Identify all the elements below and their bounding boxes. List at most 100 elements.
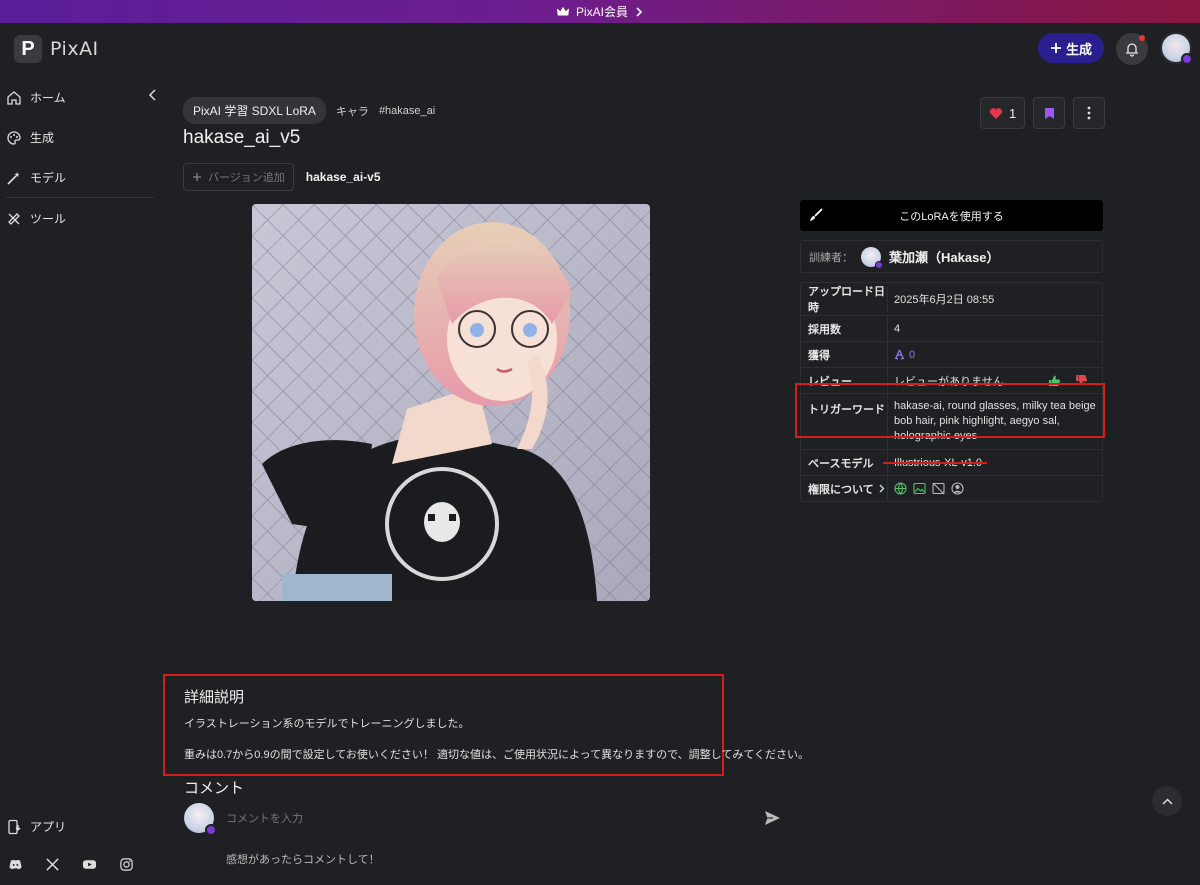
more-vertical-icon [1087, 106, 1091, 120]
globe-icon[interactable] [894, 482, 907, 495]
social-links [8, 857, 134, 872]
trainer-avatar[interactable] [861, 246, 883, 269]
trigger-words-highlight [795, 383, 1105, 438]
description-text: 重みは0.7から0.9の間で設定してお使いください！ 適切な値は、ご使用状況によ… [184, 749, 809, 761]
palette-icon [7, 130, 21, 145]
sidebar-item-generate[interactable]: 生成 [6, 129, 54, 146]
tools-icon [8, 212, 20, 225]
sidebar-item-label: ツール [30, 212, 67, 226]
sidebar-item-app[interactable]: アプリ [6, 818, 66, 835]
app-download-icon [8, 819, 21, 834]
permissions-key[interactable]: 権限について [801, 481, 887, 497]
earnings-amount: 0 [909, 348, 916, 361]
info-row-permissions[interactable]: 権限について [801, 475, 1102, 501]
sidebar-item-label: アプリ [30, 820, 67, 834]
info-key: ベースモデル [808, 457, 874, 470]
home-icon [7, 90, 21, 105]
chevron-right-icon [636, 6, 643, 17]
description-title: 詳細説明 [184, 689, 245, 706]
logo-text: PixAI [50, 38, 99, 60]
sidebar-item-label: 生成 [30, 131, 55, 145]
trainer-row: 訓練者： 葉加瀬（Hakase） [800, 240, 1103, 273]
info-key: 採用数 [808, 323, 841, 336]
tag-hashtag[interactable]: #hakase_ai [379, 105, 435, 117]
brush-icon [810, 208, 823, 221]
user-circle-icon[interactable] [951, 482, 964, 495]
plus-icon [1050, 43, 1061, 53]
member-badge [1181, 53, 1193, 65]
scroll-to-top-button[interactable] [1152, 786, 1182, 816]
app-logo[interactable]: P PixAI [14, 35, 99, 63]
model-tags: PixAI 学習 SDXL LoRA キャラ #hakase_ai [183, 97, 435, 124]
chevron-up-icon [1161, 797, 1173, 805]
generate-label: 生成 [1065, 41, 1092, 57]
sidebar: ホーム 生成 モデル ツール アプリ [0, 73, 164, 885]
no-image-icon[interactable] [932, 482, 945, 495]
notifications-button[interactable] [1116, 33, 1148, 65]
like-count: 1 [1009, 105, 1017, 121]
youtube-icon[interactable] [82, 857, 97, 872]
info-row-upload: アップロード日時 2025年6月2日 08:55 [801, 283, 1102, 315]
plus-icon [193, 173, 201, 181]
sidebar-item-models[interactable]: モデル [6, 169, 66, 186]
use-lora-label: このLoRAを使用する [899, 210, 1004, 223]
trainer-label: 訓練者： [809, 251, 853, 264]
earnings-value: 0 [887, 342, 1102, 367]
user-avatar[interactable] [1160, 32, 1193, 65]
promo-label: PixAI会員 [575, 5, 628, 19]
logo-mark: P [14, 35, 42, 63]
bookmark-button[interactable] [1033, 97, 1066, 129]
info-key: 獲得 [808, 349, 830, 362]
image-icon[interactable] [913, 482, 926, 495]
sidebar-divider [6, 197, 154, 198]
top-bar: P PixAI 生成 [0, 23, 1200, 73]
permission-icons [894, 482, 964, 495]
generate-button[interactable]: 生成 [1038, 33, 1104, 63]
comments-title: コメント [184, 780, 245, 797]
comment-input[interactable] [226, 810, 746, 828]
model-title: hakase_ai_v5 [183, 127, 301, 148]
bell-icon [1125, 43, 1139, 57]
more-options-button[interactable] [1073, 97, 1106, 129]
trainer-name[interactable]: 葉加瀬（Hakase） [889, 247, 1000, 266]
bookmark-icon [1044, 107, 1054, 119]
credits-icon [894, 349, 905, 360]
like-button[interactable]: 1 [980, 97, 1026, 129]
version-row: バージョン追加 hakase_ai-v5 [183, 163, 381, 191]
upload-date: 2025年6月2日 08:55 [887, 286, 1102, 312]
info-row-earnings: 獲得 0 [801, 341, 1102, 367]
instagram-icon[interactable] [119, 857, 134, 872]
description-text: イラストレーション系のモデルでトレーニングしました。 [184, 718, 470, 730]
crown-icon [556, 6, 570, 15]
sidebar-item-tools[interactable]: ツール [6, 210, 66, 227]
adoption-count: 4 [887, 316, 1102, 341]
model-preview-image[interactable] [252, 204, 650, 601]
send-icon[interactable] [764, 810, 781, 826]
info-row-adoptions: 採用数 4 [801, 315, 1102, 341]
sidebar-item-home[interactable]: ホーム [6, 89, 66, 106]
add-version-button[interactable]: バージョン追加 [183, 163, 294, 191]
discord-icon[interactable] [8, 857, 23, 872]
permissions-label: 権限について [808, 483, 874, 496]
chevron-right-icon [879, 484, 885, 493]
promo-banner[interactable]: PixAI会員 [0, 0, 1200, 23]
feedback-prompt: 感想があったらコメントして！ [226, 854, 380, 866]
collapse-sidebar-icon[interactable] [148, 89, 158, 101]
tag-category[interactable]: キャラ [336, 103, 369, 119]
version-tab[interactable]: hakase_ai-v5 [306, 170, 381, 184]
member-badge [205, 824, 217, 836]
magic-wand-icon [7, 171, 20, 185]
notification-dot [1139, 35, 1145, 41]
model-actions: 1 [980, 97, 1106, 129]
member-badge [875, 260, 883, 269]
use-lora-button[interactable]: このLoRAを使用する [800, 200, 1103, 231]
heart-icon [989, 107, 1003, 119]
tag-model-type[interactable]: PixAI 学習 SDXL LoRA [183, 97, 326, 124]
commenter-avatar [184, 803, 217, 836]
x-twitter-icon[interactable] [45, 857, 60, 872]
base-model-underline [883, 462, 987, 464]
sidebar-item-label: モデル [30, 171, 67, 185]
add-version-label: バージョン追加 [208, 172, 285, 184]
sidebar-item-label: ホーム [30, 91, 66, 105]
permissions-icons-cell [887, 476, 1102, 501]
